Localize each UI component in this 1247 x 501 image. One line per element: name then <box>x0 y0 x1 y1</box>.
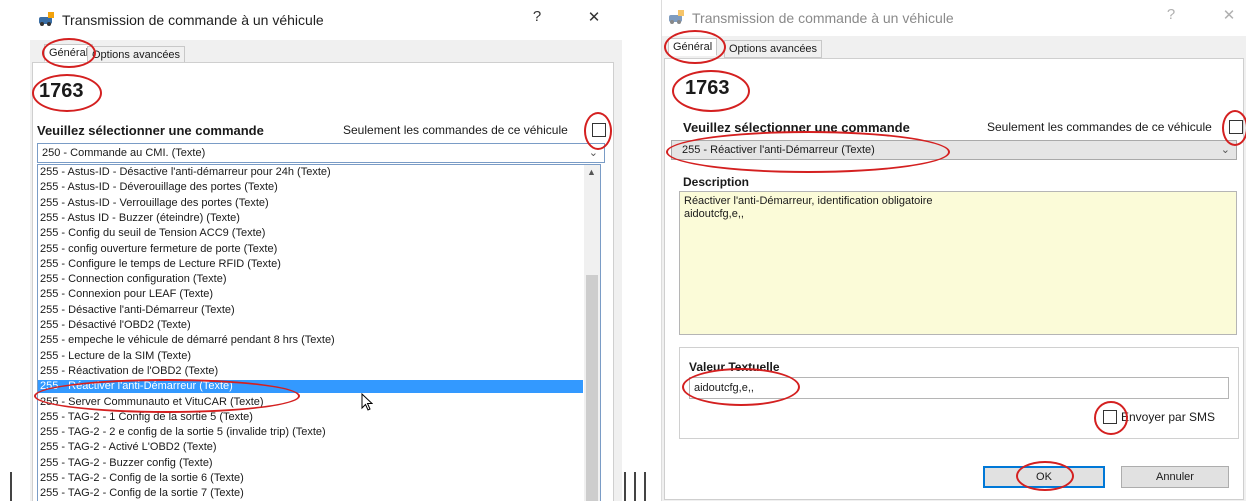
only-vehicle-commands-checkbox[interactable] <box>592 123 606 137</box>
command-dropdown-list[interactable]: ▲ 255 - Astus-ID - Désactive l'anti-déma… <box>37 164 601 501</box>
app-icon <box>39 12 54 26</box>
separator-bar <box>644 472 646 501</box>
right-title-bar: Transmission de commande à un véhicule ?… <box>662 0 1246 36</box>
dropdown-item[interactable]: 255 - Lecture de la SIM (Texte) <box>40 350 191 363</box>
separator-bar <box>10 472 12 501</box>
text-value-input[interactable]: aidoutcfg,e,, <box>689 377 1229 399</box>
help-button[interactable]: ? <box>1159 6 1183 23</box>
description-textarea[interactable]: Réactiver l'anti-Démarreur, identificati… <box>679 191 1237 335</box>
dropdown-item[interactable]: 255 - Server Communauto et VituCAR (Text… <box>40 396 264 409</box>
only-vehicle-commands-checkbox[interactable] <box>1229 120 1243 134</box>
dropdown-item[interactable]: 255 - TAG-2 - Config de la sortie 6 (Tex… <box>40 472 244 485</box>
ok-button[interactable]: OK <box>983 466 1105 488</box>
cancel-button[interactable]: Annuler <box>1121 466 1229 488</box>
send-sms-label: Envoyer par SMS <box>1121 410 1216 424</box>
chevron-down-icon: ⌄ <box>588 147 598 159</box>
dropdown-item[interactable]: 255 - Réactivation de l'OBD2 (Texte) <box>40 365 218 378</box>
dropdown-item[interactable]: 255 - Réactiver l'anti-Démarreur (Texte) <box>38 380 583 394</box>
select-command-label: Veuillez sélectionner une commande <box>683 120 910 135</box>
scroll-up-icon[interactable]: ▲ <box>587 167 596 177</box>
scrollbar-thumb[interactable] <box>586 275 598 501</box>
dropdown-item[interactable]: 255 - config ouverture fermeture de port… <box>40 243 277 256</box>
vehicle-id: 1763 <box>685 77 730 99</box>
tab-general[interactable]: Général <box>44 44 94 62</box>
dropdown-item[interactable]: 255 - Connexion pour LEAF (Texte) <box>40 288 213 301</box>
command-combobox[interactable]: 255 - Réactiver l'anti-Démarreur (Texte)… <box>671 140 1237 160</box>
dropdown-item[interactable]: 255 - Désactivé l'OBD2 (Texte) <box>40 319 191 332</box>
only-vehicle-commands-label: Seulement les commandes de ce véhicule <box>987 120 1212 134</box>
dropdown-item[interactable]: 255 - Config du seuil de Tension ACC9 (T… <box>40 227 265 240</box>
dropdown-item[interactable]: 255 - Astus ID - Buzzer (éteindre) (Text… <box>40 212 240 225</box>
general-panel: 1763 Veuillez sélectionner une commande … <box>32 62 614 501</box>
left-dialog-window: Transmission de commande à un véhicule ?… <box>30 0 622 501</box>
app-icon <box>669 10 684 24</box>
dropdown-item[interactable]: 255 - Astus-ID - Désactive l'anti-démarr… <box>40 166 331 179</box>
tab-general[interactable]: Général <box>668 38 718 56</box>
right-dialog-window: Transmission de commande à un véhicule ?… <box>661 0 1246 501</box>
dropdown-item[interactable]: 255 - TAG-2 - 1 Config de la sortie 5 (T… <box>40 411 253 424</box>
window-title: Transmission de commande à un véhicule <box>692 10 954 26</box>
chevron-down-icon: ⌄ <box>1220 144 1230 156</box>
combo-value: 250 - Commande au CMI. (Texte) <box>42 147 206 159</box>
help-button[interactable]: ? <box>525 8 549 25</box>
window-title: Transmission de commande à un véhicule <box>62 12 324 28</box>
dropdown-item[interactable]: 255 - TAG-2 - 2 e config de la sortie 5 … <box>40 426 326 439</box>
select-command-label: Veuillez sélectionner une commande <box>37 123 264 138</box>
dropdown-item[interactable]: 255 - Astus-ID - Verrouillage des portes… <box>40 197 269 210</box>
tab-advanced-options[interactable]: Options avancées <box>724 40 823 58</box>
text-value-label: Valeur Textuelle <box>689 360 780 374</box>
dropdown-item[interactable]: 255 - Désactive l'anti-Démarreur (Texte) <box>40 304 235 317</box>
dropdown-item[interactable]: 255 - Connection configuration (Texte) <box>40 273 227 286</box>
separator-bar <box>624 472 626 501</box>
send-sms-checkbox[interactable] <box>1103 410 1117 424</box>
combo-value: 255 - Réactiver l'anti-Démarreur (Texte) <box>682 144 875 156</box>
vehicle-id: 1763 <box>39 80 84 102</box>
mouse-pointer-icon <box>361 393 373 411</box>
general-panel: 1763 Veuillez sélectionner une commande … <box>664 58 1244 500</box>
dropdown-item[interactable]: 255 - empeche le véhicule de démarré pen… <box>40 334 335 347</box>
dropdown-item[interactable]: 255 - TAG-2 - Buzzer config (Texte) <box>40 457 213 470</box>
dropdown-item[interactable]: 255 - TAG-2 - Config de la sortie 7 (Tex… <box>40 487 244 500</box>
description-label: Description <box>683 175 750 189</box>
close-icon[interactable]: ✕ <box>582 8 606 26</box>
dropdown-item[interactable]: 255 - Astus-ID - Déverouillage des porte… <box>40 181 278 194</box>
dropdown-item[interactable]: 255 - TAG-2 - Activé L'OBD2 (Texte) <box>40 441 217 454</box>
command-combobox[interactable]: 250 - Commande au CMI. (Texte) ⌄ <box>37 143 605 163</box>
close-icon[interactable]: ✕ <box>1217 6 1241 24</box>
dropdown-item[interactable]: 255 - Configure le temps de Lecture RFID… <box>40 258 281 271</box>
separator-bar <box>634 472 636 501</box>
left-title-bar: Transmission de commande à un véhicule ?… <box>30 0 622 40</box>
only-vehicle-commands-label: Seulement les commandes de ce véhicule <box>343 123 568 137</box>
dropdown-scrollbar[interactable]: ▲ <box>584 165 600 501</box>
